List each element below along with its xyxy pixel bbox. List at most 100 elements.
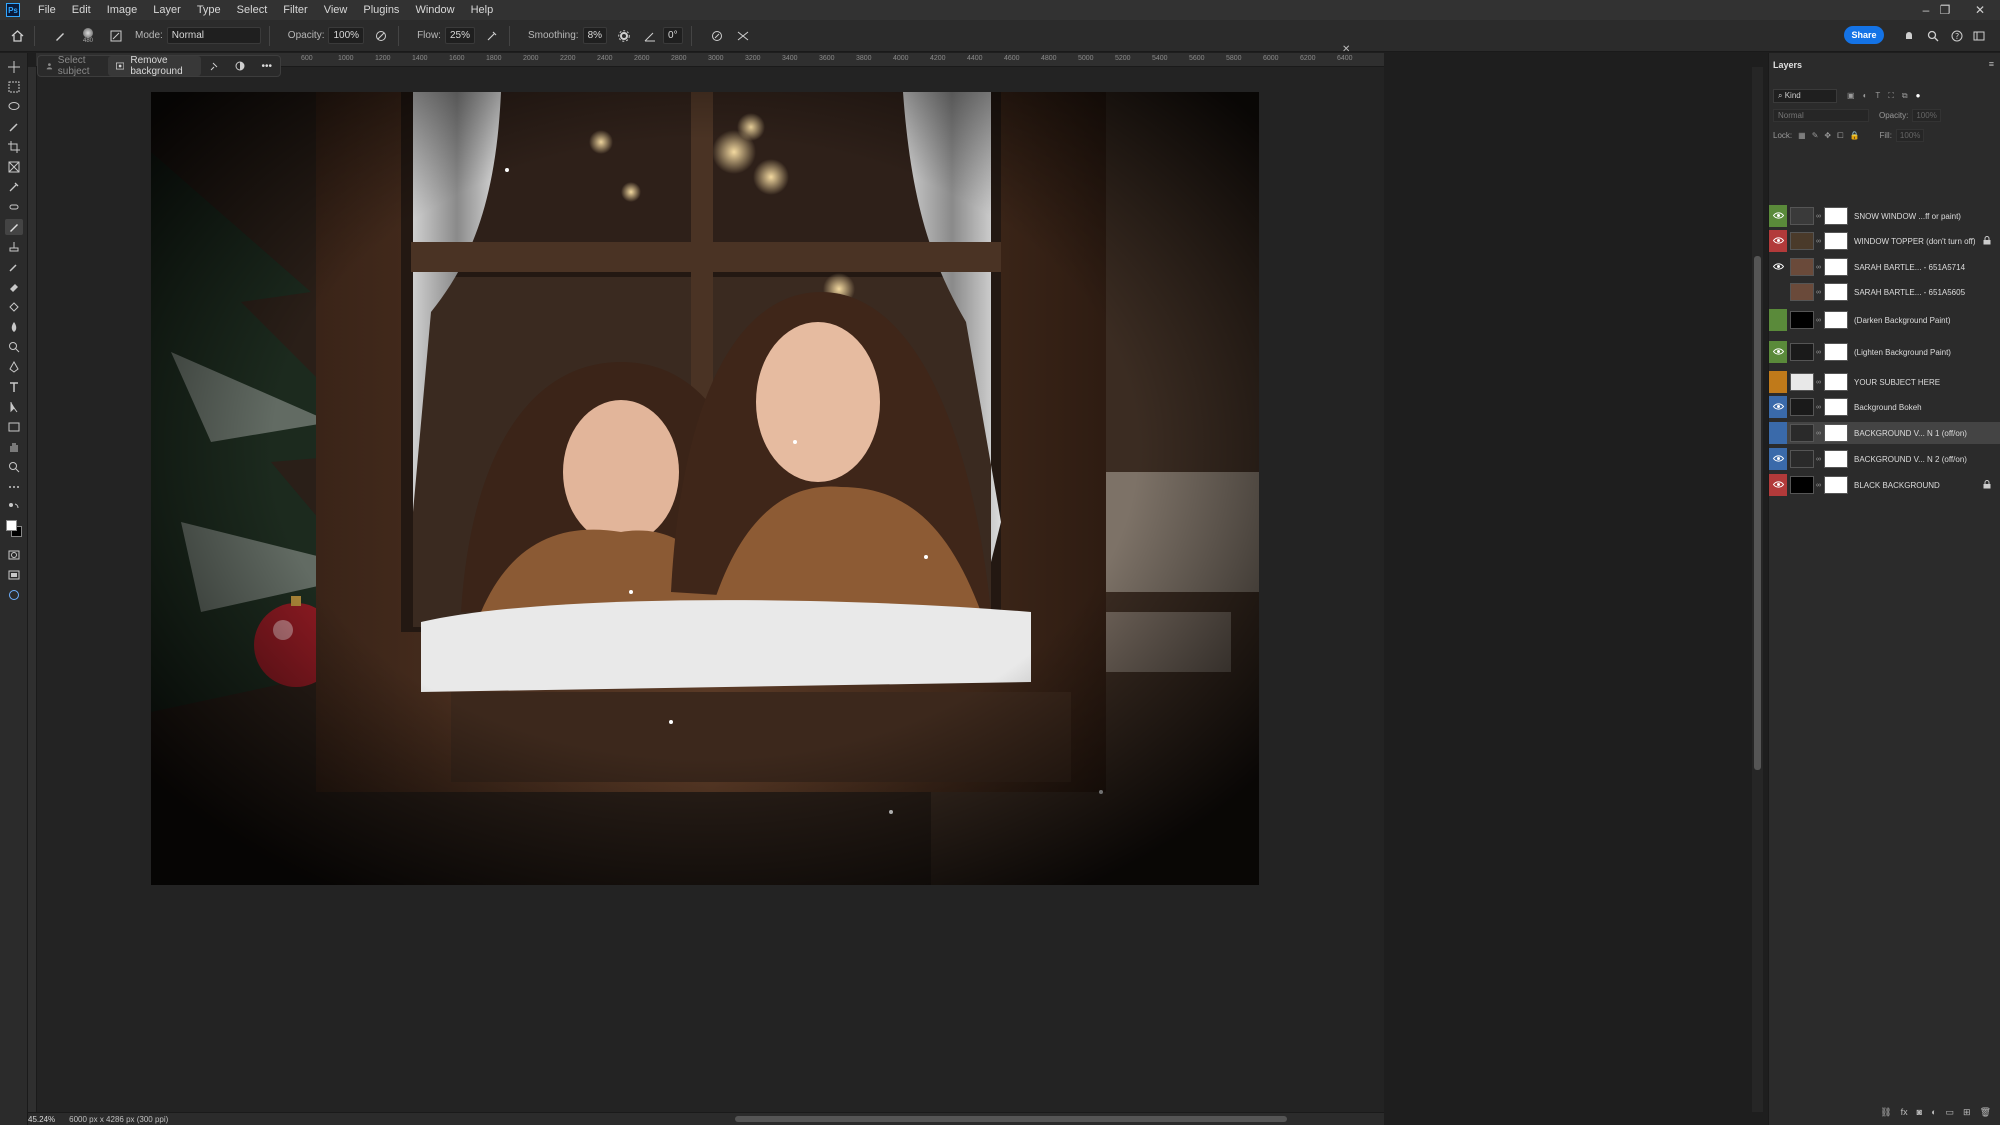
menu-file[interactable]: File: [30, 0, 64, 20]
generative-fill-icon[interactable]: [5, 587, 23, 603]
layer-thumbnail[interactable]: [1790, 207, 1814, 225]
layer-row[interactable]: ∞ BLACK BACKGROUND: [1769, 474, 2000, 496]
fill-input[interactable]: 100%: [1895, 129, 1925, 142]
visibility-toggle[interactable]: [1769, 474, 1787, 496]
history-brush-tool-icon[interactable]: [5, 259, 23, 275]
layer-name[interactable]: BACKGROUND V... N 2 (off/on): [1854, 455, 2000, 464]
more-options-button[interactable]: •••: [253, 61, 280, 72]
pressure-opacity-icon[interactable]: [372, 27, 390, 45]
mask-link-icon[interactable]: ∞: [1816, 238, 1822, 245]
visibility-toggle[interactable]: [1769, 256, 1787, 278]
panel-menu-icon[interactable]: ≡: [1989, 59, 1994, 69]
menu-type[interactable]: Type: [189, 0, 229, 20]
visibility-toggle[interactable]: [1769, 448, 1787, 470]
frame-tool-icon[interactable]: [5, 159, 23, 175]
airbrush-icon[interactable]: [483, 27, 501, 45]
layer-thumbnail[interactable]: [1790, 373, 1814, 391]
layer-name[interactable]: WINDOW TOPPER (don't turn off): [1854, 237, 1983, 246]
menu-help[interactable]: Help: [463, 0, 502, 20]
zoom-tool-icon[interactable]: [5, 459, 23, 475]
layer-name[interactable]: (Darken Background Paint): [1854, 316, 2000, 325]
select-subject-button[interactable]: Select subject: [38, 55, 108, 77]
layer-name[interactable]: SNOW WINDOW ...ff or paint): [1854, 212, 2000, 221]
layer-thumbnail[interactable]: [1790, 476, 1814, 494]
tab-layers[interactable]: Layers: [1773, 60, 1802, 70]
layer-row[interactable]: ∞ SARAH BARTLE... - 651A5714: [1769, 256, 2000, 278]
brush-tool-icon[interactable]: [51, 27, 69, 45]
menu-view[interactable]: View: [316, 0, 356, 20]
mask-link-icon[interactable]: ∞: [1816, 213, 1822, 220]
layer-thumbnail[interactable]: [1790, 283, 1814, 301]
layer-thumbnail[interactable]: [1790, 450, 1814, 468]
mask-link-icon[interactable]: ∞: [1816, 430, 1822, 437]
adjustment-icon[interactable]: [227, 61, 253, 71]
layer-mask-thumbnail[interactable]: [1824, 343, 1848, 361]
type-tool-icon[interactable]: [5, 379, 23, 395]
blur-tool-icon[interactable]: [5, 319, 23, 335]
layer-mask-thumbnail[interactable]: [1824, 207, 1848, 225]
layer-row[interactable]: ∞ SNOW WINDOW ...ff or paint): [1769, 205, 2000, 227]
menu-filter[interactable]: Filter: [275, 0, 315, 20]
layer-thumbnail[interactable]: [1790, 311, 1814, 329]
marquee-tool-icon[interactable]: [5, 79, 23, 95]
layer-name[interactable]: BACKGROUND V... N 1 (off/on): [1854, 429, 2000, 438]
move-tool-icon[interactable]: [5, 59, 23, 75]
visibility-toggle[interactable]: [1769, 422, 1787, 444]
mask-link-icon[interactable]: ∞: [1816, 289, 1822, 296]
layer-style-fx-icon[interactable]: fx: [1901, 1107, 1908, 1117]
mask-link-icon[interactable]: ∞: [1816, 349, 1822, 356]
filter-pixel-icon[interactable]: ▣: [1847, 91, 1855, 100]
visibility-toggle[interactable]: [1769, 341, 1787, 363]
pen-tool-icon[interactable]: [5, 359, 23, 375]
pressure-size-icon[interactable]: [708, 27, 726, 45]
visibility-toggle[interactable]: [1769, 230, 1787, 252]
eyedropper-tool-icon[interactable]: [5, 179, 23, 195]
mask-link-icon[interactable]: ∞: [1816, 482, 1822, 489]
vertical-scrollbar[interactable]: [1754, 256, 1761, 770]
eraser-tool-icon[interactable]: [5, 279, 23, 295]
filter-smart-object-icon[interactable]: ⧉: [1902, 91, 1908, 101]
layer-mask-thumbnail[interactable]: [1824, 258, 1848, 276]
filter-shape-icon[interactable]: ⛶: [1888, 91, 1894, 101]
layer-mask-thumbnail[interactable]: [1824, 424, 1848, 442]
search-icon[interactable]: [1924, 27, 1942, 45]
visibility-toggle[interactable]: [1769, 205, 1787, 227]
close-window-button[interactable]: ✕: [1962, 0, 1998, 20]
path-selection-tool-icon[interactable]: [5, 399, 23, 415]
brush-settings-icon[interactable]: [107, 27, 125, 45]
layer-mask-thumbnail[interactable]: [1824, 398, 1848, 416]
lock-all-icon[interactable]: 🔒: [1850, 131, 1860, 140]
layer-opacity-input[interactable]: 100%: [1912, 109, 1941, 122]
canvas-area[interactable]: [37, 67, 1384, 1112]
remove-background-button[interactable]: Remove background: [108, 55, 202, 77]
rectangle-tool-icon[interactable]: [5, 419, 23, 435]
healing-brush-tool-icon[interactable]: [5, 199, 23, 215]
visibility-toggle[interactable]: [1769, 281, 1787, 303]
new-adjustment-icon[interactable]: ◐: [1931, 1107, 1936, 1117]
screen-mode-icon[interactable]: [5, 567, 23, 583]
hand-tool-icon[interactable]: [5, 439, 23, 455]
close-document-icon[interactable]: ✕: [1342, 44, 1350, 55]
foreground-background-color-icon[interactable]: [5, 519, 23, 539]
clone-stamp-tool-icon[interactable]: [5, 239, 23, 255]
layer-mask-thumbnail[interactable]: [1824, 311, 1848, 329]
layer-thumbnail[interactable]: [1790, 232, 1814, 250]
layer-name[interactable]: SARAH BARTLE... - 651A5714: [1854, 263, 2000, 272]
mask-link-icon[interactable]: ∞: [1816, 456, 1822, 463]
menu-window[interactable]: Window: [407, 0, 462, 20]
layer-mask-thumbnail[interactable]: [1824, 476, 1848, 494]
layer-row[interactable]: ∞ SARAH BARTLE... - 651A5605: [1769, 281, 2000, 303]
layer-mask-thumbnail[interactable]: [1824, 450, 1848, 468]
filter-adjustment-icon[interactable]: ◐: [1863, 91, 1868, 100]
link-layers-icon[interactable]: ⛓: [1880, 1107, 1891, 1118]
crop-tool-icon[interactable]: [5, 139, 23, 155]
new-layer-icon[interactable]: ⊞: [1963, 1107, 1971, 1118]
mode-select[interactable]: Normal: [166, 27, 261, 44]
swap-colors-icon[interactable]: [5, 500, 23, 516]
menu-image[interactable]: Image: [99, 0, 146, 20]
layer-name[interactable]: Background Bokeh: [1854, 403, 2000, 412]
layer-row[interactable]: ∞ WINDOW TOPPER (don't turn off): [1769, 230, 2000, 252]
layer-name[interactable]: BLACK BACKGROUND: [1854, 481, 1983, 490]
mask-link-icon[interactable]: ∞: [1816, 264, 1822, 271]
menu-select[interactable]: Select: [229, 0, 276, 20]
